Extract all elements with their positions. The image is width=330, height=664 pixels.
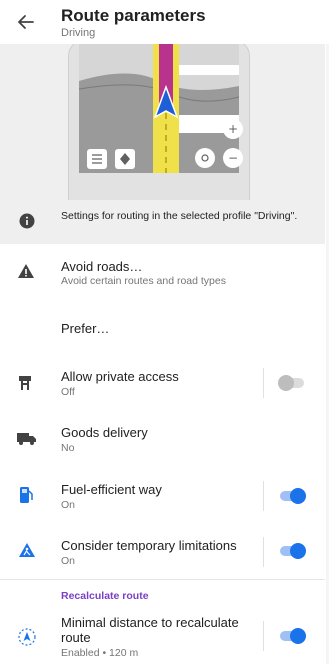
- temp-limitations-subtitle: On: [61, 555, 76, 567]
- scrollbar[interactable]: [326, 0, 329, 664]
- divider: [263, 537, 264, 567]
- temp-limitations-row[interactable]: Consider temporary limitations On: [0, 530, 325, 574]
- fuel-efficient-toggle[interactable]: [278, 488, 306, 504]
- temp-limitations-toggle[interactable]: [278, 543, 306, 559]
- goods-delivery-row[interactable]: Goods delivery No: [0, 418, 325, 462]
- fuel-icon: [19, 486, 33, 509]
- goods-delivery-title: Goods delivery: [61, 425, 148, 440]
- page-title: Route parameters: [61, 6, 206, 25]
- fuel-efficient-title: Fuel-efficient way: [61, 482, 162, 497]
- info-text: Settings for routing in the selected pro…: [61, 210, 298, 222]
- min-distance-toggle[interactable]: [278, 628, 306, 644]
- prefer-title: Prefer…: [61, 321, 110, 336]
- min-distance-row[interactable]: Minimal distance to recalculate route En…: [0, 610, 325, 664]
- avoid-roads-row[interactable]: Avoid roads… Avoid certain routes and ro…: [0, 253, 325, 297]
- divider: [263, 368, 264, 398]
- truck-icon: [17, 432, 37, 451]
- min-distance-title: Minimal distance to recalculate route: [61, 615, 239, 645]
- info-row: Settings for routing in the selected pro…: [0, 200, 325, 244]
- private-access-toggle[interactable]: [278, 375, 306, 391]
- road-works-icon: [18, 542, 36, 563]
- section-divider: [0, 579, 325, 580]
- divider: [263, 621, 264, 651]
- app-bar: Route parameters Driving: [0, 0, 330, 44]
- back-arrow-icon[interactable]: [15, 11, 37, 33]
- info-icon: [19, 213, 35, 234]
- prefer-row[interactable]: Prefer…: [0, 310, 325, 346]
- svg-text:−: −: [228, 151, 238, 165]
- fuel-efficient-subtitle: On: [61, 499, 76, 511]
- temp-limitations-title: Consider temporary limitations: [61, 538, 237, 553]
- recalculate-section-header: Recalculate route: [61, 590, 149, 602]
- divider: [263, 481, 264, 511]
- warning-icon: [17, 263, 35, 284]
- avoid-roads-title: Avoid roads…: [61, 259, 143, 274]
- page-subtitle: Driving: [61, 27, 96, 39]
- private-access-subtitle: Off: [61, 386, 75, 398]
- private-access-title: Allow private access: [61, 369, 179, 384]
- svg-text:+: +: [228, 122, 238, 136]
- avoid-roads-subtitle: Avoid certain routes and road types: [61, 275, 226, 287]
- gate-icon: [17, 375, 33, 396]
- my-location-icon: [195, 148, 215, 168]
- min-distance-subtitle: Enabled • 120 m: [61, 647, 139, 659]
- recalculate-location-icon: [17, 627, 37, 652]
- private-access-row[interactable]: Allow private access Off: [0, 362, 325, 406]
- goods-delivery-subtitle: No: [61, 442, 75, 454]
- fuel-efficient-row[interactable]: Fuel-efficient way On: [0, 474, 325, 518]
